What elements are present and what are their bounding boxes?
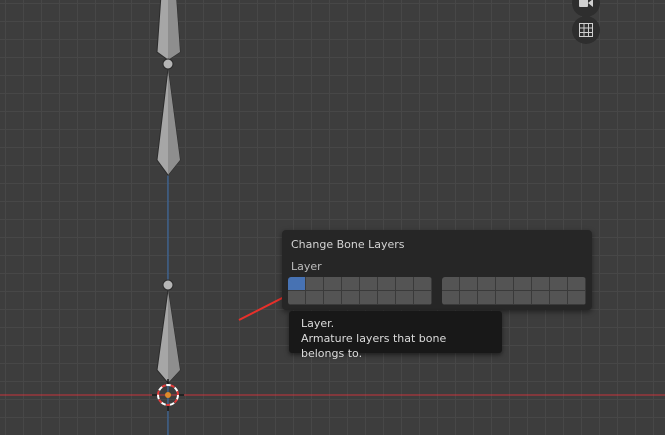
layer-toggle-15[interactable] — [550, 277, 568, 291]
layer-toggle-13[interactable] — [514, 277, 532, 291]
layer-toggle-28[interactable] — [496, 291, 514, 305]
layer-toggle-7[interactable] — [396, 277, 414, 291]
ortho-grid-toggle-button[interactable] — [572, 16, 600, 44]
tooltip-title: Layer. — [301, 317, 335, 330]
viewport-scene — [0, 0, 665, 435]
layer-toggle-14[interactable] — [532, 277, 550, 291]
layer-toggle-31[interactable] — [550, 291, 568, 305]
layer-toggle-27[interactable] — [478, 291, 496, 305]
layer-toggle-25[interactable] — [442, 291, 460, 305]
layer-toggle-2[interactable] — [306, 277, 324, 291]
layer-toggle-26[interactable] — [460, 291, 478, 305]
layer-toggle-11[interactable] — [478, 277, 496, 291]
layer-toggle-21[interactable] — [360, 291, 378, 305]
layer-tooltip: Layer. Armature layers that bone belongs… — [289, 311, 502, 360]
layer-grid-left — [288, 277, 432, 305]
popup-title: Change Bone Layers — [291, 238, 405, 251]
3d-viewport[interactable]: Change Bone Layers Layer Layer. Armature… — [0, 0, 665, 435]
layer-label: Layer — [291, 260, 322, 273]
layer-toggle-23[interactable] — [396, 291, 414, 305]
layer-grid-right — [442, 277, 586, 305]
layer-toggle-19[interactable] — [324, 291, 342, 305]
bone-2[interactable] — [156, 68, 181, 176]
layer-toggle-18[interactable] — [306, 291, 324, 305]
bone-1[interactable] — [156, 0, 181, 61]
layer-toggle-30[interactable] — [532, 291, 550, 305]
layer-toggle-17[interactable] — [288, 291, 306, 305]
layer-toggle-3[interactable] — [324, 277, 342, 291]
layer-toggle-4[interactable] — [342, 277, 360, 291]
layer-toggle-1[interactable] — [288, 277, 306, 291]
layer-toggle-16[interactable] — [568, 277, 586, 291]
layer-toggle-12[interactable] — [496, 277, 514, 291]
layer-toggle-6[interactable] — [378, 277, 396, 291]
bone-3[interactable] — [156, 289, 181, 384]
layer-toggle-20[interactable] — [342, 291, 360, 305]
camera-icon — [579, 0, 593, 7]
layer-toggle-10[interactable] — [460, 277, 478, 291]
layer-toggle-5[interactable] — [360, 277, 378, 291]
grid-ortho-icon — [579, 23, 593, 37]
change-bone-layers-popup[interactable]: Change Bone Layers Layer — [282, 230, 592, 310]
bone-joint-2[interactable] — [162, 279, 174, 291]
layer-toggle-22[interactable] — [378, 291, 396, 305]
layer-toggle-24[interactable] — [414, 291, 432, 305]
layer-toggle-9[interactable] — [442, 277, 460, 291]
bone-joint-1[interactable] — [162, 58, 174, 70]
3d-cursor[interactable] — [152, 379, 184, 411]
tooltip-description: Armature layers that bone belongs to. — [301, 332, 447, 360]
layer-toggle-32[interactable] — [568, 291, 586, 305]
layer-toggle-29[interactable] — [514, 291, 532, 305]
layer-toggle-8[interactable] — [414, 277, 432, 291]
